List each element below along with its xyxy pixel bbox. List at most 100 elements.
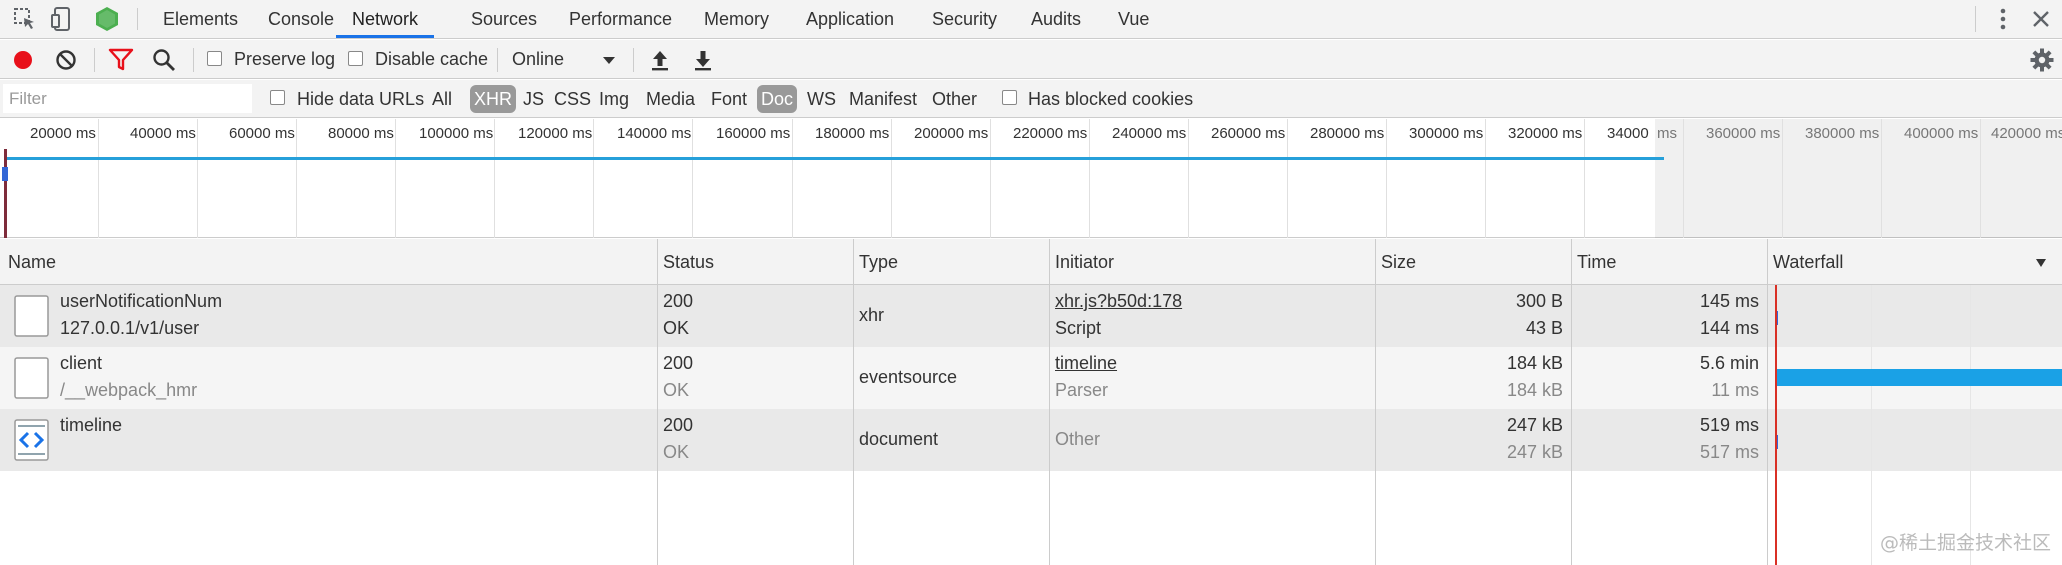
overview-load-marker <box>4 149 7 238</box>
toolbar-separator <box>633 48 634 72</box>
overview-gridline <box>98 119 99 238</box>
tab-console[interactable]: Console <box>268 0 334 38</box>
filter-icon[interactable] <box>108 47 134 73</box>
column-header-waterfall[interactable]: Waterfall <box>1767 239 1843 285</box>
tab-security[interactable]: Security <box>932 0 997 38</box>
more-options-icon[interactable] <box>1990 6 2016 32</box>
tab-elements[interactable]: Elements <box>163 0 238 38</box>
overview-gridline <box>296 119 297 238</box>
overview-tick-label: 160000 ms <box>716 125 791 142</box>
tab-vue[interactable]: Vue <box>1118 0 1149 38</box>
latency-time: 144 ms <box>1699 318 1759 338</box>
overview-gridline <box>1386 119 1387 238</box>
filter-type-other[interactable]: Other <box>928 85 981 113</box>
filter-type-font[interactable]: Font <box>707 85 751 113</box>
filter-type-media[interactable]: Media <box>642 85 699 113</box>
column-divider[interactable] <box>657 239 658 565</box>
search-icon[interactable] <box>151 47 177 73</box>
overview-tick-label: 20000 ms <box>30 125 96 142</box>
transfer-size: 184 kB <box>1506 353 1563 373</box>
column-header-initiator[interactable]: Initiator <box>1049 239 1114 285</box>
overview-tick-label: 120000 ms <box>518 125 593 142</box>
disable-cache-label[interactable]: Disable cache <box>375 40 488 79</box>
overview-tick-label: 34000 <box>1607 125 1649 142</box>
filter-type-doc[interactable]: Doc <box>757 85 798 113</box>
request-type: document <box>859 429 939 449</box>
table-row[interactable]: userNotificationNum 127.0.0.1/v1/user 20… <box>0 285 2062 347</box>
column-divider[interactable] <box>1375 239 1376 565</box>
request-name: client <box>60 353 103 373</box>
record-icon[interactable] <box>10 47 36 73</box>
transfer-size: 300 B <box>1515 291 1563 311</box>
overview-gridline <box>1485 119 1486 238</box>
sort-descending-icon[interactable] <box>2034 256 2048 270</box>
request-type: xhr <box>859 305 885 325</box>
tab-performance[interactable]: Performance <box>569 0 672 38</box>
overview-gridline <box>1881 119 1882 238</box>
table-row[interactable]: client /__webpack_hmr 200 OK eventsource… <box>0 347 2062 409</box>
tab-memory[interactable]: Memory <box>704 0 769 38</box>
column-header-type[interactable]: Type <box>853 239 898 285</box>
table-header: Name Status Type Initiator Size Time Wat… <box>0 239 2062 285</box>
overview-gridline <box>1683 119 1684 238</box>
column-divider[interactable] <box>1767 239 1768 565</box>
column-divider[interactable] <box>853 239 854 565</box>
preserve-log-checkbox[interactable] <box>207 51 222 66</box>
total-time: 145 ms <box>1699 291 1759 311</box>
device-toolbar-icon[interactable] <box>50 6 76 32</box>
blocked-cookies-checkbox[interactable] <box>1002 90 1017 105</box>
overview-gridline <box>197 119 198 238</box>
filter-type-img[interactable]: Img <box>595 85 633 113</box>
throttling-select[interactable]: Online <box>512 40 564 79</box>
hide-data-urls-checkbox[interactable] <box>270 90 285 105</box>
column-header-status[interactable]: Status <box>657 239 714 285</box>
overview-gridline <box>692 119 693 238</box>
overview-gridline <box>1089 119 1090 238</box>
waterfall-bar-long[interactable] <box>1775 369 2062 386</box>
column-header-time[interactable]: Time <box>1571 239 1616 285</box>
close-devtools-icon[interactable] <box>2028 6 2054 32</box>
preserve-log-label[interactable]: Preserve log <box>234 40 335 79</box>
filter-type-ws[interactable]: WS <box>803 85 840 113</box>
overview-tick-label: 60000 ms <box>229 125 295 142</box>
inspect-element-icon[interactable] <box>12 6 38 32</box>
overview-gridline <box>1782 119 1783 238</box>
blocked-cookies-label[interactable]: Has blocked cookies <box>1028 80 1193 118</box>
table-row[interactable]: timeline 200 OK document Other 247 kB 24… <box>0 409 2062 471</box>
disable-cache-checkbox[interactable] <box>348 51 363 66</box>
settings-gear-icon[interactable] <box>2029 47 2055 73</box>
import-har-icon[interactable] <box>647 47 673 73</box>
initiator-link[interactable]: xhr.js?b50d:178 <box>1055 291 1182 312</box>
filter-type-xhr[interactable]: XHR <box>470 85 517 113</box>
request-name: timeline <box>60 415 123 435</box>
overview-request-blip <box>2 167 8 181</box>
resource-size: 43 B <box>1525 318 1563 338</box>
clear-icon[interactable] <box>53 47 79 73</box>
waterfall-gridline <box>1871 285 1872 565</box>
chevron-down-icon[interactable] <box>596 47 622 73</box>
filter-type-js[interactable]: JS <box>519 85 548 113</box>
column-divider[interactable] <box>1571 239 1572 565</box>
column-header-name[interactable]: Name <box>2 239 56 285</box>
initiator-link[interactable]: timeline <box>1055 353 1117 374</box>
filter-input[interactable] <box>3 84 252 113</box>
overview-tick-label: 80000 ms <box>328 125 394 142</box>
filter-type-all[interactable]: All <box>428 85 456 113</box>
tab-application[interactable]: Application <box>806 0 894 38</box>
tab-audits[interactable]: Audits <box>1031 0 1081 38</box>
tab-network[interactable]: Network <box>336 0 435 38</box>
overview-tick-label: 140000 ms <box>617 125 692 142</box>
request-path: 127.0.0.1/v1/user <box>60 318 200 338</box>
column-header-size[interactable]: Size <box>1375 239 1416 285</box>
overview-tick-label: 260000 ms <box>1211 125 1286 142</box>
column-divider[interactable] <box>1049 239 1050 565</box>
waterfall-load-marker <box>1775 285 1777 565</box>
network-overview-timeline[interactable]: 20000 ms 40000 ms 60000 ms 80000 ms 1000… <box>0 119 2062 238</box>
hide-data-urls-label[interactable]: Hide data URLs <box>297 80 424 118</box>
document-file-icon <box>14 357 49 399</box>
export-har-icon[interactable] <box>690 47 716 73</box>
tab-sources[interactable]: Sources <box>471 0 537 38</box>
filter-type-css[interactable]: CSS <box>550 85 595 113</box>
vue-devtools-icon[interactable] <box>94 6 120 32</box>
filter-type-manifest[interactable]: Manifest <box>845 85 921 113</box>
